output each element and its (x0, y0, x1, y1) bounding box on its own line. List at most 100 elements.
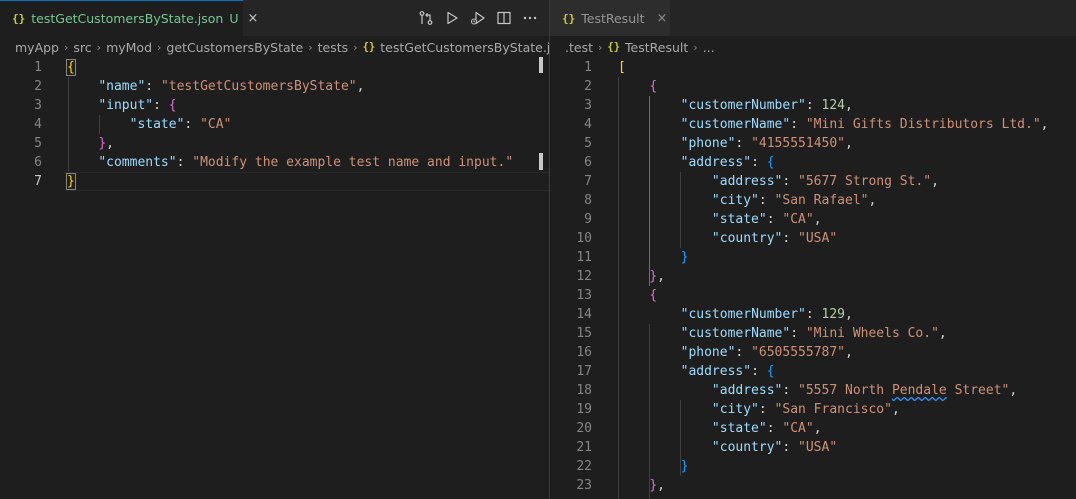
code-text: "phone": "6505555787", (618, 343, 853, 362)
line-number: 4 (34, 117, 42, 132)
code-text: { (618, 286, 657, 305)
breadcrumb-item-test-folder[interactable]: .test (565, 40, 593, 55)
punctuation (618, 269, 649, 284)
punctuation (67, 136, 98, 151)
json-key: "state" (711, 421, 767, 436)
punctuation: : (153, 98, 169, 113)
code-line[interactable]: 3 "input": { (0, 96, 549, 115)
breadcrumb-item-tests[interactable]: tests (318, 40, 349, 55)
tab-label: testGetCustomersByState.json (31, 11, 224, 26)
json-string: "6505555787" (751, 345, 845, 360)
chevron-right-icon: › (308, 40, 313, 54)
punctuation: , (891, 402, 900, 417)
code-line[interactable]: 13 { (550, 286, 1076, 305)
tab-test-result[interactable]: {} TestResult × (550, 0, 670, 36)
code-line[interactable]: 23 }, (550, 476, 1076, 495)
breadcrumb-item-file[interactable]: testGetCustomersByState.json (380, 40, 549, 55)
code-line[interactable]: 1{ (0, 58, 549, 77)
code-text: "phone": "4155551450", (618, 134, 853, 153)
breadcrumb-item-src[interactable]: src (73, 40, 91, 55)
tab-label: TestResult (581, 10, 645, 26)
json-key: "customerNumber" (680, 98, 806, 113)
chevron-right-icon: › (597, 40, 603, 54)
code-line[interactable]: 3 "customerNumber": 124, (550, 96, 1076, 115)
chevron-right-icon: › (157, 40, 162, 54)
bracket: } (680, 250, 689, 265)
code-editor-left[interactable]: 1{2 "name": "testGetCustomersByState", 3 … (0, 57, 549, 191)
json-key: "name" (98, 79, 146, 94)
json-key: "city" (711, 193, 759, 208)
code-line[interactable]: 2 { (550, 77, 1076, 96)
code-text: "state": "CA" (67, 115, 232, 134)
code-line[interactable]: 8 "city": "San Rafael", (550, 191, 1076, 210)
run-button[interactable] (443, 9, 461, 27)
json-key: "customerName" (680, 326, 791, 341)
punctuation (618, 174, 712, 189)
line-number: 14 (576, 307, 592, 322)
code-line[interactable]: 19 "city": "San Francisco", (550, 400, 1076, 419)
code-line[interactable]: 10 "country": "USA" (550, 229, 1076, 248)
code-line[interactable]: 21 "country": "USA" (550, 438, 1076, 457)
code-line[interactable]: 1[ (550, 58, 1076, 77)
json-key: "phone" (680, 136, 736, 151)
chevron-right-icon: › (64, 40, 69, 54)
punctuation: : (176, 155, 193, 170)
punctuation (618, 155, 681, 170)
punctuation: , (1009, 383, 1018, 398)
code-line[interactable]: 18 "address": "5557 North Pendale Street… (550, 381, 1076, 400)
code-line[interactable]: 4 "customerName": "Mini Gifts Distributo… (550, 115, 1076, 134)
line-number: 23 (576, 478, 592, 493)
breadcrumb-item-getcustomersbystate[interactable]: getCustomersByState (166, 40, 303, 55)
punctuation (618, 136, 681, 151)
code-line[interactable]: 4 "state": "CA" (0, 115, 549, 134)
code-line[interactable]: 14 "customerNumber": 129, (550, 305, 1076, 324)
more-actions-button[interactable] (521, 9, 539, 27)
json-string: Pendale (891, 383, 947, 398)
breadcrumb-item-ellipsis[interactable]: ... (703, 40, 715, 55)
code-line[interactable]: 6 "address": { (550, 153, 1076, 172)
punctuation (618, 98, 681, 113)
split-editor-button[interactable] (495, 9, 513, 27)
run-all-button[interactable] (469, 9, 487, 27)
breadcrumb-item-myapp[interactable]: myApp (15, 40, 59, 55)
breadcrumb-item-mymod[interactable]: myMod (106, 40, 152, 55)
code-line[interactable]: 2 "name": "testGetCustomersByState", (0, 77, 549, 96)
bracket: } (649, 269, 658, 284)
code-line[interactable]: 15 "customerName": "Mini Wheels Co.", (550, 324, 1076, 343)
code-line[interactable]: 22 } (550, 457, 1076, 476)
chevron-right-icon: › (693, 40, 698, 54)
punctuation: , (813, 212, 822, 227)
code-line[interactable]: 9 "state": "CA", (550, 210, 1076, 229)
close-icon[interactable]: × (657, 11, 668, 26)
code-text: [ (618, 58, 626, 77)
punctuation (618, 79, 649, 94)
breadcrumb-item-testresult[interactable]: TestResult (625, 40, 688, 55)
code-text: }, (618, 267, 665, 286)
code-line[interactable]: 5 "phone": "4155551450", (550, 134, 1076, 153)
close-icon[interactable]: × (248, 11, 259, 26)
bracket: { (66, 59, 76, 76)
code-line[interactable]: 5 }, (0, 134, 549, 153)
punctuation: : (751, 155, 767, 170)
punctuation (618, 307, 681, 322)
punctuation (618, 402, 712, 417)
open-changes-icon (419, 11, 433, 25)
line-number: 1 (34, 60, 42, 75)
code-editor-right[interactable]: 1[2 {3 "customerNumber": 124, 4 "customer… (550, 58, 1076, 499)
code-line[interactable]: 11 } (550, 248, 1076, 267)
json-file-icon: {} (362, 41, 376, 53)
code-line[interactable]: 12 }, (550, 267, 1076, 286)
code-line[interactable]: 7} (0, 172, 549, 191)
code-line[interactable]: 20 "state": "CA", (550, 419, 1076, 438)
code-line[interactable]: 17 "address": { (550, 362, 1076, 381)
line-number: 6 (584, 155, 592, 170)
code-text: "customerNumber": 129, (618, 305, 853, 324)
tab-test-get-customers-by-state[interactable]: {} testGetCustomersByState.json U × (0, 0, 258, 36)
open-changes-button[interactable] (417, 9, 435, 27)
split-editor-icon (497, 11, 511, 25)
json-string: "USA" (798, 440, 838, 455)
bracket: } (649, 478, 658, 493)
code-line[interactable]: 6 "comments": "Modify the example test n… (0, 153, 549, 172)
code-line[interactable]: 7 "address": "5677 Strong St.", (550, 172, 1076, 191)
code-line[interactable]: 16 "phone": "6505555787", (550, 343, 1076, 362)
